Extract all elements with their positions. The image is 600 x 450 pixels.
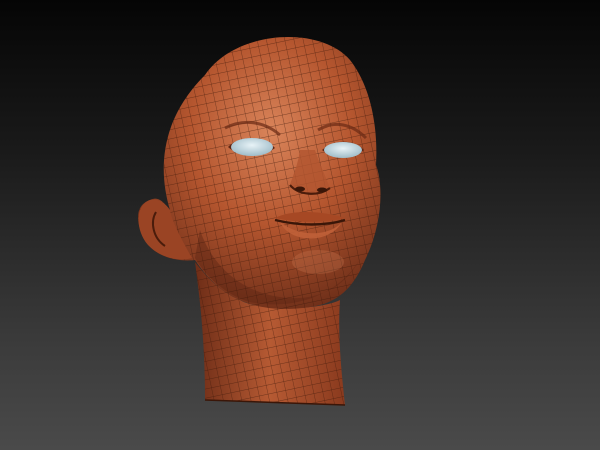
3d-viewport[interactable]: [0, 0, 600, 450]
head-mesh: [138, 37, 381, 309]
sculpt-canvas[interactable]: [0, 0, 600, 450]
chin-highlight: [292, 250, 344, 274]
